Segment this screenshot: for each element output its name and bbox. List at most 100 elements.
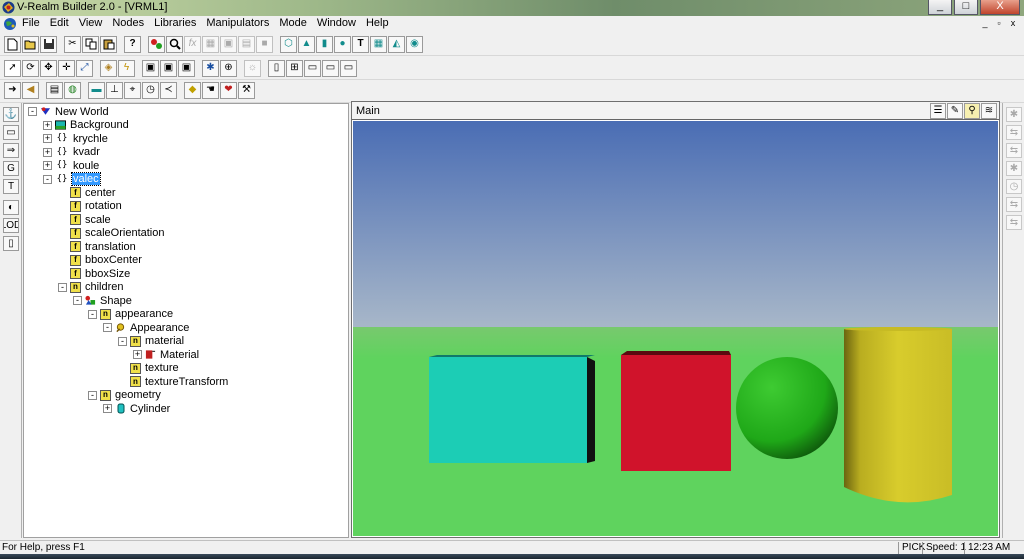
tree-node[interactable]: + Material	[133, 348, 200, 361]
tree-node-label[interactable]: translation	[84, 241, 137, 253]
camera-1-icon[interactable]: ▣	[142, 59, 159, 77]
tree-node-label[interactable]: bboxCenter	[84, 254, 143, 266]
time-sensor-icon[interactable]: ◷	[142, 81, 159, 99]
tree-node-label[interactable]: bboxSize	[84, 268, 131, 280]
lod-node-icon[interactable]: LOD	[3, 218, 19, 233]
layout-single-icon[interactable]: ▯	[268, 59, 285, 77]
scale-tool-icon[interactable]: ⤢	[76, 59, 93, 77]
background-node-icon[interactable]: ▬	[88, 81, 105, 99]
inline-file-icon[interactable]: ▯	[3, 236, 19, 251]
yellow-cylinder[interactable]	[844, 327, 952, 503]
transform-node-icon[interactable]: T	[3, 179, 19, 194]
maximize-button[interactable]: □	[954, 0, 978, 15]
copy-icon[interactable]	[82, 35, 99, 53]
disabled-tool-4-icon[interactable]: ■	[256, 35, 273, 53]
function-icon[interactable]: fx	[184, 35, 201, 53]
edit-route-icon[interactable]: ⚒	[238, 81, 255, 99]
save-icon[interactable]	[40, 35, 57, 53]
move-xz-tool-icon[interactable]: ✛	[58, 59, 75, 77]
scene-canvas[interactable]	[353, 121, 998, 536]
tree-node[interactable]: f center	[58, 186, 117, 199]
tree-node-label[interactable]: Background	[69, 119, 130, 131]
tree-node[interactable]: f translation	[58, 240, 137, 253]
expand-icon[interactable]: +	[133, 350, 142, 359]
menu-manipulators[interactable]: Manipulators	[206, 17, 269, 29]
point-light-icon[interactable]: ◆	[184, 81, 201, 99]
tree-node-label[interactable]: valec	[71, 172, 101, 186]
menu-edit[interactable]: Edit	[50, 17, 69, 29]
tree-node-label[interactable]: geometry	[114, 389, 162, 401]
tree-node[interactable]: + {} kvadr	[43, 146, 101, 159]
sensor-2-icon[interactable]: ⇆	[1006, 125, 1022, 140]
sensor-7-icon[interactable]: ⇆	[1006, 215, 1022, 230]
arrow-right-icon[interactable]: ➜	[4, 81, 21, 99]
collision-icon[interactable]: ⇒	[3, 143, 19, 158]
camera-2-icon[interactable]: ▣	[160, 59, 177, 77]
layout-split-icon[interactable]: ▭	[340, 59, 357, 77]
tree-node[interactable]: + Background	[43, 119, 130, 132]
viewport-walk-icon[interactable]: ⚲	[964, 103, 980, 119]
inline-node-icon[interactable]: ⊥	[106, 81, 123, 99]
viewport-main[interactable]: Main ☰ ✎ ⚲ ≋	[351, 101, 1000, 538]
tree-node-label[interactable]: Material	[159, 349, 200, 361]
menu-nodes[interactable]: Nodes	[112, 17, 144, 29]
expand-icon[interactable]: +	[43, 134, 52, 143]
tree-node-label[interactable]: scaleOrientation	[84, 227, 166, 239]
sensor-3-icon[interactable]: ⇆	[1006, 143, 1022, 158]
close-button[interactable]: X	[980, 0, 1020, 15]
tree-node-label[interactable]: appearance	[114, 308, 174, 320]
text-primitive-icon[interactable]: T	[352, 35, 369, 53]
tree-node-label[interactable]: rotation	[84, 200, 123, 212]
paste-icon[interactable]	[100, 35, 117, 53]
tree-node[interactable]: + {} koule	[43, 159, 100, 172]
globe-tool-icon[interactable]: ⊕	[220, 59, 237, 77]
layout-quad-icon[interactable]: ⊞	[286, 59, 303, 77]
cone-primitive-icon[interactable]: ▲	[298, 35, 315, 53]
tree-node-label[interactable]: kvadr	[72, 146, 101, 158]
material-node-icon[interactable]: ❤	[220, 81, 237, 99]
collapse-icon[interactable]: -	[103, 323, 112, 332]
document-globe-icon[interactable]	[3, 17, 17, 31]
tree-node[interactable]: + Cylinder	[103, 402, 171, 415]
tree-node-label[interactable]: textureTransform	[144, 376, 229, 388]
collapse-icon[interactable]: -	[43, 174, 52, 184]
axes-tool-icon[interactable]: ✱	[202, 59, 219, 77]
tree-node-label[interactable]: texture	[144, 362, 180, 374]
collapse-icon[interactable]: -	[28, 107, 37, 116]
tree-node[interactable]: - Appearance	[103, 321, 190, 334]
tree-node-label[interactable]: material	[144, 335, 185, 347]
mdi-restore-button[interactable]: ▫	[992, 18, 1006, 28]
camera-3-icon[interactable]: ▣	[178, 59, 195, 77]
anchor-icon[interactable]: ⚓	[3, 107, 19, 122]
tree-node[interactable]: n textureTransform	[118, 375, 229, 388]
red-box[interactable]	[621, 351, 731, 471]
tree-node-label[interactable]: center	[84, 187, 117, 199]
sensor-6-icon[interactable]: ⇆	[1006, 197, 1022, 212]
viewport-pencil-icon[interactable]: ✎	[947, 103, 963, 119]
pick-arrow-icon[interactable]: ➚	[4, 59, 21, 77]
tree-node[interactable]: f bboxCenter	[58, 254, 143, 267]
sensor-4-icon[interactable]: ✱	[1006, 161, 1022, 176]
rotate-tool-icon[interactable]: ⟳	[22, 59, 39, 77]
layout-side-icon[interactable]: ▭	[322, 59, 339, 77]
tree-node[interactable]: n texture	[118, 362, 180, 375]
tree-node-label[interactable]: Shape	[99, 295, 133, 307]
tree-node[interactable]: f scale	[58, 213, 112, 226]
scene-tree[interactable]: - New World + Background +{} krychle +{} kvadr +…	[23, 103, 349, 538]
tree-node[interactable]: - n children	[58, 281, 125, 294]
open-folder-icon[interactable]	[22, 35, 39, 53]
menu-window[interactable]: Window	[317, 17, 356, 29]
tree-node-label[interactable]: Appearance	[129, 322, 190, 334]
tree-node[interactable]: - n appearance	[88, 308, 174, 321]
box-primitive-icon[interactable]: ⬡	[280, 35, 297, 53]
viewport-fly-icon[interactable]: ≋	[981, 103, 997, 119]
mdi-close-button[interactable]: x	[1006, 18, 1020, 28]
anchor-world-icon[interactable]: ◍	[64, 81, 81, 99]
collapse-icon[interactable]: -	[118, 336, 127, 346]
expand-icon[interactable]: +	[43, 120, 52, 130]
tree-node-label[interactable]: krychle	[72, 133, 109, 145]
expand-icon[interactable]: +	[43, 147, 52, 157]
collapse-icon[interactable]: -	[88, 309, 97, 319]
disabled-tool-1-icon[interactable]: ▦	[202, 35, 219, 53]
tree-node[interactable]: f bboxSize	[58, 267, 131, 280]
